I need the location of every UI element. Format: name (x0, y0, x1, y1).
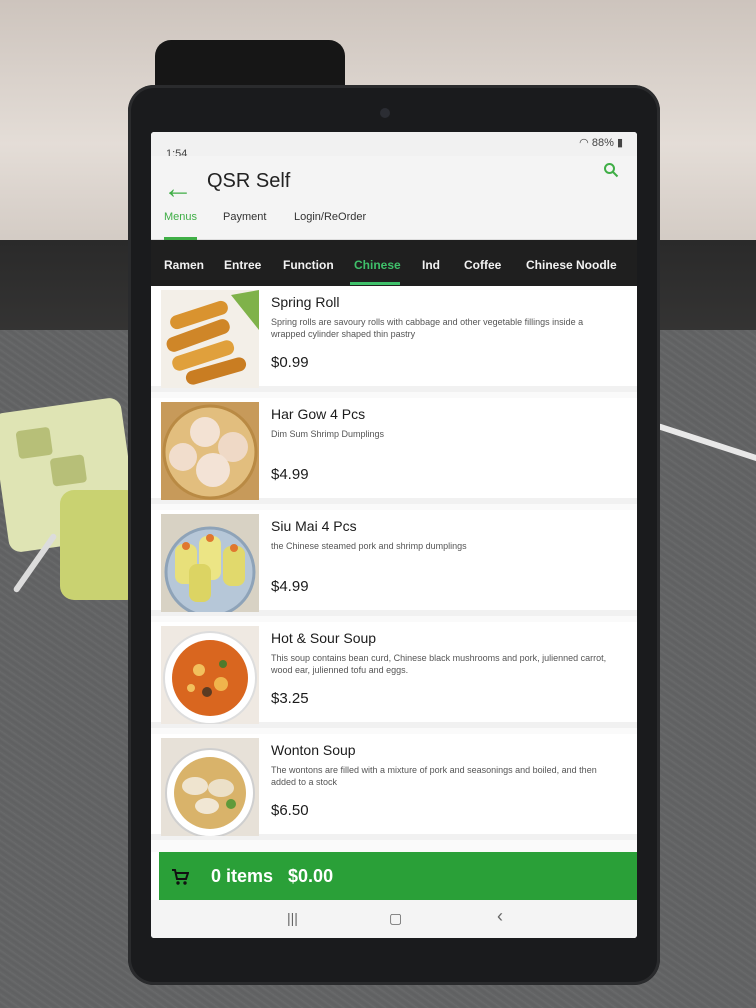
item-price: $3.25 (271, 690, 309, 707)
item-price: $0.99 (271, 354, 309, 371)
recents-button[interactable]: ||| (287, 910, 298, 926)
app-screen: 1:54 ◠ 88% ▮ ← QSR Self Menus Payment Lo… (151, 132, 637, 938)
menu-item[interactable]: Spring Roll Spring rolls are savoury rol… (151, 286, 637, 392)
siu-mai-image (161, 514, 259, 612)
item-description: The wontons are filled with a mixture of… (271, 765, 597, 787)
front-camera (380, 108, 390, 118)
cart-bar[interactable]: 0 items $0.00 (159, 852, 637, 900)
tab-payment[interactable]: Payment (223, 211, 266, 223)
item-description: the Chinese steamed pork and shrimp dump… (271, 541, 467, 551)
item-name: Wonton Soup (271, 742, 356, 758)
tab-bar: Menus Payment Login/ReOrder (151, 208, 637, 240)
item-name: Hot & Sour Soup (271, 630, 377, 646)
item-price: $4.99 (271, 578, 309, 595)
back-arrow-icon[interactable]: ← (163, 174, 193, 204)
item-description: Spring rolls are savoury rolls with cabb… (271, 317, 584, 339)
search-icon[interactable] (603, 162, 619, 178)
spring-roll-image (161, 290, 259, 388)
back-nav-button[interactable]: ‹ (497, 906, 503, 927)
menu-item[interactable]: Hot & Sour Soup This soup contains bean … (151, 622, 637, 728)
item-price: $6.50 (271, 802, 309, 819)
menu-item[interactable]: Siu Mai 4 Pcs the Chinese steamed pork a… (151, 510, 637, 616)
category-function[interactable]: Function (283, 258, 334, 272)
menu-list: Spring Roll Spring rolls are savoury rol… (151, 286, 637, 852)
menu-item[interactable]: Har Gow 4 Pcs Dim Sum Shrimp Dumplings $… (151, 398, 637, 504)
item-description: This soup contains bean curd, Chinese bl… (271, 653, 607, 675)
category-coffee[interactable]: Coffee (464, 258, 501, 272)
hot-sour-soup-image (161, 626, 259, 724)
shopping-cart-icon (172, 869, 189, 885)
app-title: QSR Self (207, 170, 291, 192)
item-name: Siu Mai 4 Pcs (271, 518, 357, 534)
category-chinese[interactable]: Chinese (354, 258, 401, 272)
category-ramen[interactable]: Ramen (164, 258, 204, 272)
category-indicator (350, 282, 400, 285)
item-description: Dim Sum Shrimp Dumplings (271, 429, 385, 439)
system-nav-bar: ||| ▢ ‹ (151, 900, 637, 938)
category-bar: Ramen Entree Function Chinese Ind Coffee… (151, 240, 637, 286)
wonton-soup-image (161, 738, 259, 836)
wifi-icon: ◠ (579, 137, 589, 149)
har-gow-image (161, 402, 259, 500)
cart-summary: 0 items $0.00 (211, 866, 334, 886)
status-right: ◠ 88% ▮ (579, 136, 623, 149)
category-ind[interactable]: Ind (422, 258, 440, 272)
tab-menus[interactable]: Menus (164, 211, 197, 223)
category-chinese-noodle[interactable]: Chinese Noodle (526, 258, 617, 272)
item-name: Har Gow 4 Pcs (271, 406, 366, 422)
tab-login-reorder[interactable]: Login/ReOrder (294, 211, 366, 223)
battery-icon: ▮ (616, 137, 623, 149)
item-name: Spring Roll (271, 294, 340, 310)
item-price: $4.99 (271, 466, 309, 483)
menu-item[interactable]: Wonton Soup The wontons are filled with … (151, 734, 637, 840)
home-button[interactable]: ▢ (389, 910, 402, 927)
category-entree[interactable]: Entree (224, 258, 261, 272)
app-bar: ← QSR Self Menus Payment Login/ReOrder (151, 156, 637, 240)
status-bar: 1:54 ◠ 88% ▮ (151, 132, 637, 160)
battery-percent: 88% (591, 137, 614, 149)
